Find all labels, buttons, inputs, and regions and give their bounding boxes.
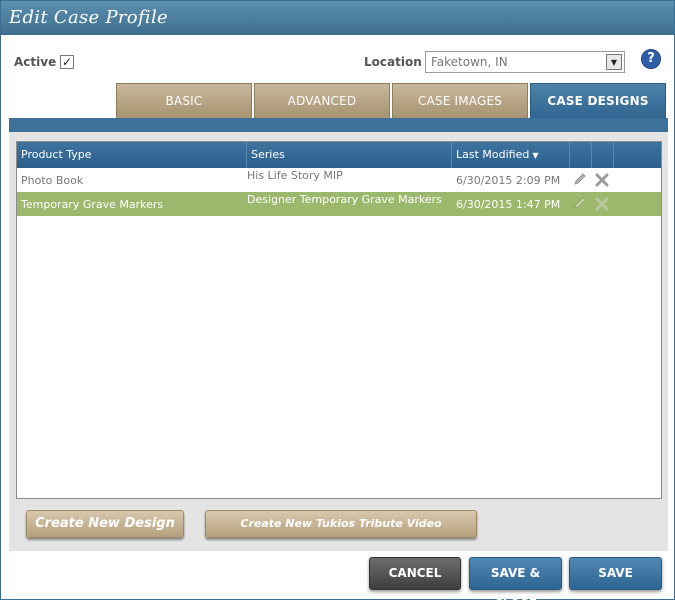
table-row-selected[interactable]: Temporary Grave Markers Designer Tempora…: [17, 192, 661, 216]
column-header-product-type[interactable]: Product Type: [17, 142, 247, 168]
cell-series: His Life Story MIP: [247, 169, 343, 182]
tab-strip: [9, 118, 668, 132]
cancel-button[interactable]: CANCEL: [369, 557, 461, 590]
save-button[interactable]: SAVE: [569, 557, 662, 590]
active-label: Active: [14, 55, 57, 69]
tab-basic[interactable]: BASIC: [116, 83, 252, 118]
window-title: Edit Case Profile: [1, 1, 674, 35]
pencil-icon[interactable]: [573, 196, 587, 210]
column-header-series[interactable]: Series: [247, 142, 452, 168]
grid-header: Product Type Series Last Modified ▼: [17, 142, 661, 168]
case-designs-panel: Product Type Series Last Modified ▼ Photo…: [9, 132, 668, 551]
table-row[interactable]: Photo Book His Life Story MIP 6/30/2015 …: [17, 168, 661, 192]
location-label: Location: [364, 55, 422, 69]
tab-case-images[interactable]: CASE IMAGES: [392, 83, 528, 118]
cell-series: Designer Temporary Grave Markers: [247, 193, 442, 206]
location-select[interactable]: Faketown, IN ▼: [425, 51, 625, 73]
column-header-label: Product Type: [21, 148, 92, 161]
sort-descending-icon: ▼: [532, 151, 539, 160]
chevron-down-icon[interactable]: ▼: [606, 54, 622, 70]
column-header-delete: [592, 142, 614, 168]
designs-grid: Product Type Series Last Modified ▼ Photo…: [16, 141, 662, 499]
tab-advanced[interactable]: ADVANCED: [254, 83, 390, 118]
location-value: Faketown, IN: [431, 55, 508, 69]
delete-x-icon[interactable]: [595, 173, 609, 187]
delete-x-icon[interactable]: [595, 197, 609, 211]
edit-case-profile-dialog: Edit Case Profile Active ✓ Location Fake…: [0, 0, 675, 600]
save-and-close-button[interactable]: SAVE & CLOSE: [469, 557, 562, 600]
tab-case-designs[interactable]: CASE DESIGNS: [530, 83, 666, 118]
pencil-icon[interactable]: [573, 172, 587, 186]
active-checkbox[interactable]: ✓: [60, 55, 74, 69]
create-tribute-video-button[interactable]: Create New Tukios Tribute Video: [205, 510, 477, 538]
column-header-label: Series: [251, 148, 285, 161]
create-new-design-button[interactable]: Create New Design: [26, 510, 184, 538]
profile-header-row: Active ✓ Location Faketown, IN ▼ ?: [1, 49, 674, 77]
column-header-edit: [570, 142, 592, 168]
cell-product-type: Temporary Grave Markers: [21, 198, 164, 211]
column-header-label: Last Modified: [456, 148, 530, 161]
help-icon[interactable]: ?: [641, 49, 661, 69]
column-header-last-modified[interactable]: Last Modified ▼: [452, 142, 570, 168]
cell-last-modified: 6/30/2015 1:47 PM: [456, 198, 561, 211]
tab-bar: BASIC ADVANCED CASE IMAGES CASE DESIGNS: [116, 83, 668, 118]
